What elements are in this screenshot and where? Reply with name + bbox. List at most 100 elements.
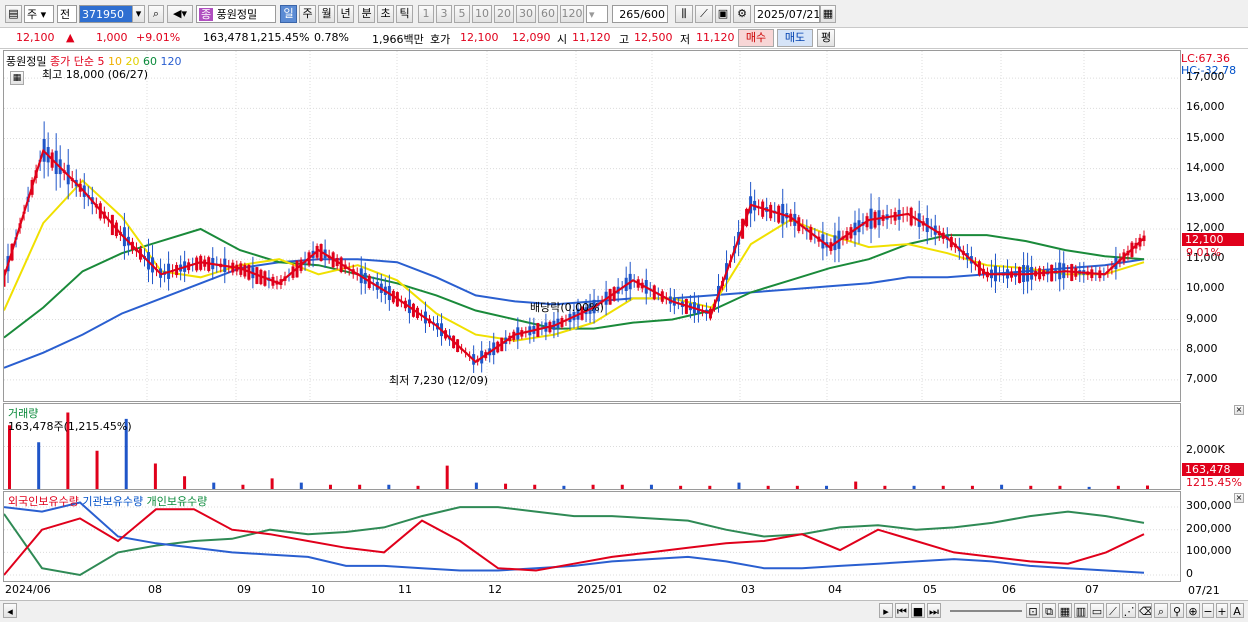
- sell-button[interactable]: 매도: [777, 29, 813, 47]
- interval-120-button[interactable]: 120: [560, 5, 584, 23]
- x-tick-label: 06: [1002, 583, 1016, 596]
- volume-bar: [912, 485, 916, 489]
- volume-bar: [562, 485, 566, 489]
- period-tick-button[interactable]: 틱: [396, 5, 413, 23]
- volume-panel[interactable]: 거래량 163,478주(1,215.45%): [3, 403, 1181, 490]
- count-input[interactable]: 265/600: [612, 5, 668, 23]
- x-tick-label: 12: [488, 583, 502, 596]
- rewind-icon[interactable]: ⏮: [895, 603, 909, 618]
- period-year-button[interactable]: 년: [337, 5, 354, 23]
- trend-icon[interactable]: ⟋: [1106, 603, 1120, 618]
- top-toolbar: ▤ 주 ▾ 전 371950 ▾ ⌕ ◀▾ 종 풍원정밀 일 주 월 년 분 초…: [0, 0, 1248, 28]
- holdings-panel[interactable]: 외국인보유수량 기관보유수량 개인보유수량: [3, 491, 1181, 582]
- window-menu-icon[interactable]: ▤: [5, 5, 22, 23]
- period-second-button[interactable]: 초: [377, 5, 394, 23]
- zoom-slider[interactable]: [950, 610, 1022, 612]
- minus-icon[interactable]: −: [1202, 603, 1214, 618]
- price-ytick-label: 14,000: [1186, 160, 1225, 174]
- volume-last-tag: 163,478: [1182, 463, 1244, 476]
- x-tick-label: 2025/01: [577, 583, 623, 596]
- interval-1-button[interactable]: 1: [418, 5, 434, 23]
- zoom-in-icon[interactable]: ⊕: [1186, 603, 1200, 618]
- interval-10-button[interactable]: 10: [472, 5, 492, 23]
- bars-icon[interactable]: ▥: [1074, 603, 1088, 618]
- x-tick-label: 09: [237, 583, 251, 596]
- candle-icon[interactable]: ⫼: [675, 5, 693, 23]
- panel-icon[interactable]: ▭: [1090, 603, 1104, 618]
- interval-3-button[interactable]: 3: [436, 5, 452, 23]
- prev-select[interactable]: 전: [57, 5, 77, 23]
- volume-bar: [766, 485, 770, 489]
- volume-bar: [270, 478, 274, 489]
- plus-icon[interactable]: +: [1216, 603, 1228, 618]
- current-price-tag: 12,100: [1182, 233, 1244, 246]
- volume-bar: [474, 482, 478, 489]
- volume-bar: [328, 484, 332, 489]
- speaker-icon[interactable]: ◀▾: [167, 5, 193, 23]
- interval-dropdown[interactable]: ▾: [586, 5, 608, 23]
- buy-button[interactable]: 매수: [738, 29, 774, 47]
- low-label: 저: [680, 33, 691, 46]
- dividend-annotation: 배당락(0.00%): [530, 301, 604, 314]
- forward-icon[interactable]: ⏭: [927, 603, 941, 618]
- interval-60-button[interactable]: 60: [538, 5, 558, 23]
- count-total: /600: [640, 8, 665, 21]
- volume-bar: [241, 484, 245, 489]
- magnify-icon[interactable]: ⌕: [1154, 603, 1168, 618]
- link-icon[interactable]: ⚲: [1170, 603, 1184, 618]
- holdings-close-icon[interactable]: ×: [1234, 493, 1244, 503]
- period-minute-button[interactable]: 분: [358, 5, 375, 23]
- layout-icon[interactable]: ⊡: [1026, 603, 1040, 618]
- legend-ma120: 120: [160, 55, 182, 68]
- period-select[interactable]: 주 ▾: [24, 5, 54, 23]
- institution-line: [4, 501, 1145, 574]
- x-tick-label: 05: [923, 583, 937, 596]
- draw-line-icon[interactable]: ⟋: [695, 5, 713, 23]
- pattern-icon[interactable]: ⋰: [1122, 603, 1136, 618]
- period-day-button[interactable]: 일: [280, 5, 297, 23]
- x-tick-label: 03: [741, 583, 755, 596]
- holdings-ytick-label: 0: [1186, 567, 1193, 580]
- x-last-date: 07/21: [1188, 584, 1220, 597]
- holdings-ytick-label: 200,000: [1186, 521, 1232, 535]
- volume-bar: [416, 485, 420, 489]
- turnover-rate: 0.78%: [314, 31, 349, 44]
- x-tick-label: 04: [828, 583, 842, 596]
- stock-name-field[interactable]: 종 풍원정밀: [196, 5, 276, 23]
- code-dropdown-icon[interactable]: ▾: [132, 5, 145, 23]
- period-month-button[interactable]: 월: [318, 5, 335, 23]
- interval-20-button[interactable]: 20: [494, 5, 514, 23]
- volume-close-icon[interactable]: ×: [1234, 405, 1244, 415]
- interval-30-button[interactable]: 30: [516, 5, 536, 23]
- x-tick-label: 07: [1085, 583, 1099, 596]
- legend-institution: 기관보유수량: [82, 495, 144, 508]
- calendar-icon[interactable]: ▦: [820, 5, 836, 23]
- x-tick-label: 10: [311, 583, 325, 596]
- save-icon[interactable]: ▣: [715, 5, 731, 23]
- calculator-icon[interactable]: ▦: [10, 71, 24, 85]
- high-price: 12,500: [634, 31, 673, 44]
- period-week-button[interactable]: 주: [299, 5, 316, 23]
- stop-icon[interactable]: ■: [911, 603, 925, 618]
- current-pct-tag: 9.01%: [1186, 246, 1221, 259]
- scroll-left-icon[interactable]: ◂: [3, 603, 17, 618]
- volume-bar: [8, 425, 11, 489]
- volume-bar: [1029, 485, 1033, 489]
- eraser-icon[interactable]: ⌫: [1138, 603, 1152, 618]
- trade-amount: 1,966백만: [372, 33, 424, 46]
- volume-bar: [737, 482, 741, 489]
- avg-button[interactable]: 평: [817, 29, 835, 47]
- volume-bar: [970, 485, 974, 489]
- copy-icon[interactable]: ⧉: [1042, 603, 1056, 618]
- scroll-right-icon[interactable]: ▸: [879, 603, 893, 618]
- individual-line: [4, 506, 1145, 577]
- font-size-icon[interactable]: A: [1230, 603, 1244, 618]
- search-icon[interactable]: ⌕: [148, 5, 164, 23]
- interval-5-button[interactable]: 5: [454, 5, 470, 23]
- volume-bar: [854, 481, 858, 489]
- grid-icon[interactable]: ▦: [1058, 603, 1072, 618]
- bottom-toolbar: ◂ ▸ ⏮ ■ ⏭ ⊡ ⧉ ▦ ▥ ▭ ⟋ ⋰ ⌫ ⌕ ⚲ ⊕ − + A: [0, 600, 1248, 622]
- date-input[interactable]: 2025/07/21: [754, 5, 820, 23]
- gear-icon[interactable]: ⚙: [733, 5, 751, 23]
- price-chart-panel[interactable]: 풍원정밀 종가 단순 5 10 20 60 120 ▦ 최고 18,000 (0…: [3, 50, 1181, 402]
